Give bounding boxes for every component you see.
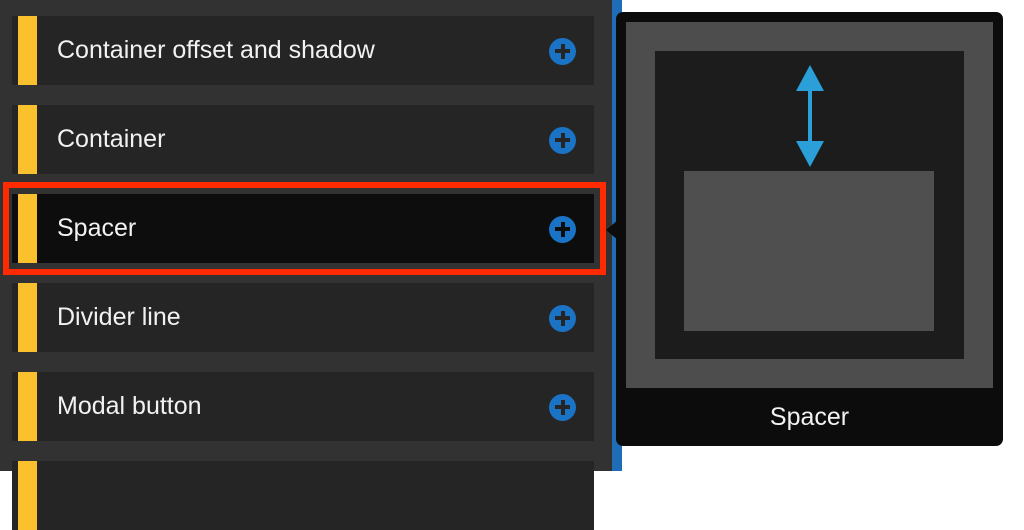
add-icon[interactable] (549, 126, 576, 154)
list-item-spacer[interactable]: Spacer (12, 194, 594, 263)
list-item-label: Spacer (57, 214, 137, 242)
list-item-container-offset-and-shadow[interactable]: Container offset and shadow (12, 16, 594, 85)
list-item-partial[interactable] (12, 461, 594, 530)
preview-canvas (655, 51, 964, 359)
add-icon[interactable] (549, 215, 576, 243)
preview-content-block (684, 171, 934, 331)
accent-bar (18, 461, 37, 530)
accent-bar (18, 283, 37, 352)
add-icon[interactable] (549, 304, 576, 332)
list-item-label: Modal button (57, 392, 202, 420)
spacer-preview (626, 22, 993, 388)
list-item-divider-line[interactable]: Divider line (12, 283, 594, 352)
list-item-modal-button[interactable]: Modal button (12, 372, 594, 441)
accent-bar (18, 16, 37, 85)
preview-title: Spacer (769, 402, 850, 431)
list-item-label: Container (57, 125, 166, 153)
component-list-panel: Container offset and shadow Container Sp… (0, 0, 612, 530)
list-item-label: Divider line (57, 303, 181, 331)
accent-bar (18, 372, 37, 441)
preview-popover: Spacer (616, 12, 1003, 446)
add-icon[interactable] (549, 393, 576, 421)
add-icon[interactable] (549, 37, 576, 65)
list-item-label: Container offset and shadow (57, 36, 375, 64)
list-item-container[interactable]: Container (12, 105, 594, 174)
accent-bar (18, 105, 37, 174)
accent-bar (18, 194, 37, 263)
